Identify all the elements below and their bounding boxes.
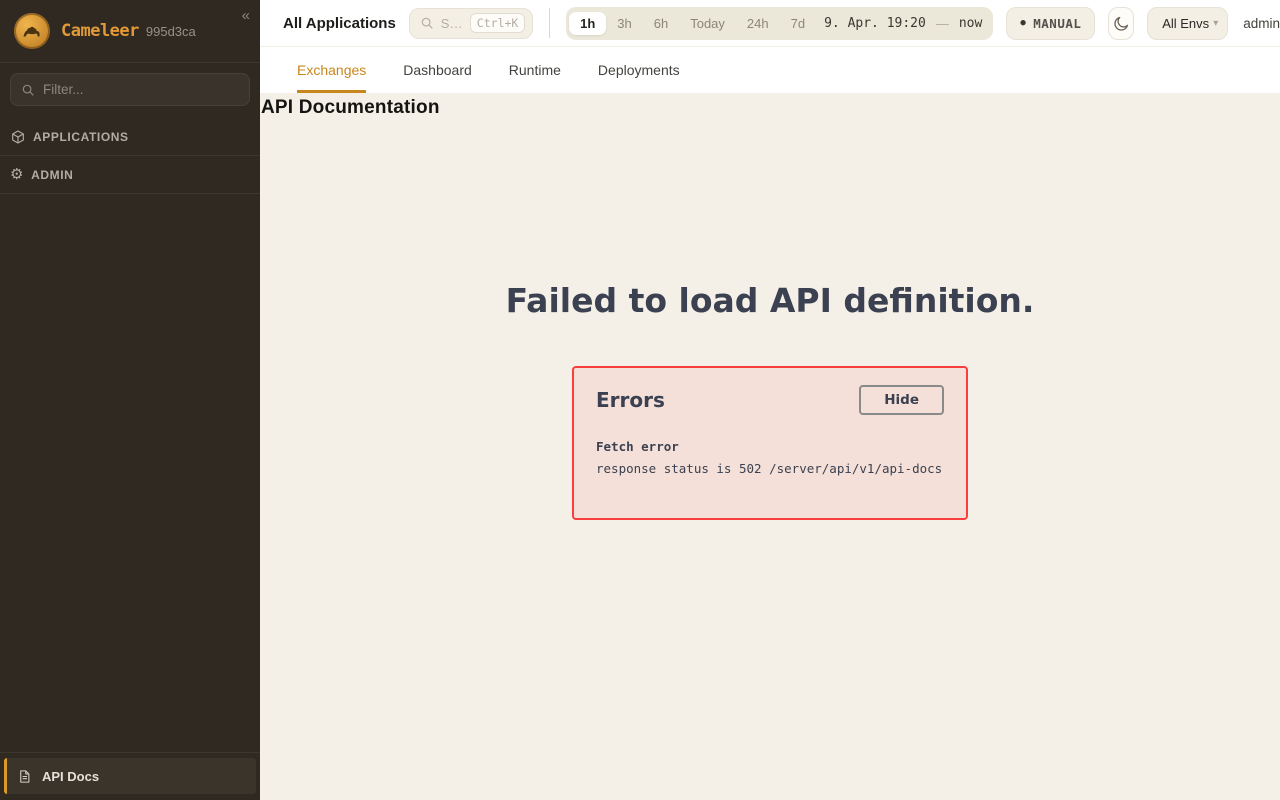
sidebar-header: Cameleer 995d3ca «: [0, 0, 260, 63]
sidebar-section-label: APPLICATIONS: [33, 130, 129, 144]
time-option-3h[interactable]: 3h: [606, 12, 642, 35]
tabbar: Exchanges Dashboard Runtime Deployments: [260, 47, 1280, 93]
page-title: API Documentation: [260, 93, 1280, 119]
user-name[interactable]: admin: [1243, 16, 1280, 31]
swagger-error-heading: Failed to load API definition.: [260, 281, 1280, 320]
app-logo-name: Cameleer: [61, 21, 139, 41]
gear-icon: ⚙: [10, 167, 24, 182]
errors-panel: Errors Hide Fetch error response status …: [572, 366, 968, 520]
tab-runtime[interactable]: Runtime: [509, 47, 561, 93]
search-icon: [420, 16, 434, 30]
chevron-down-icon: ▾: [1213, 18, 1218, 29]
time-range-from[interactable]: 9. Apr. 19:20: [816, 16, 934, 31]
time-range-selector: 1h 3h 6h Today 24h 7d 9. Apr. 19:20 — no…: [566, 7, 993, 40]
main-area: All Applications Ctrl+K 1h 3h 6h Today 2…: [260, 0, 1280, 800]
sidebar-spacer: [0, 194, 260, 752]
sidebar-footer: API Docs: [0, 752, 260, 800]
time-option-24h[interactable]: 24h: [736, 12, 780, 35]
topbar-divider: [549, 8, 550, 38]
dark-mode-toggle[interactable]: [1108, 7, 1134, 40]
time-range-to[interactable]: now: [951, 16, 990, 31]
topbar-title: All Applications: [283, 15, 396, 32]
sidebar-item-api-docs[interactable]: API Docs: [4, 758, 256, 794]
environment-select-value: All Envs: [1162, 16, 1209, 31]
sidebar-section-applications[interactable]: APPLICATIONS: [0, 118, 260, 156]
errors-panel-title: Errors: [596, 388, 665, 412]
time-option-1h[interactable]: 1h: [569, 12, 606, 35]
manual-refresh-button[interactable]: ● MANUAL: [1006, 7, 1095, 40]
sidebar-collapse-icon[interactable]: «: [242, 8, 250, 23]
camel-icon: [20, 19, 44, 43]
global-search-input[interactable]: [441, 16, 463, 31]
content-area: API Documentation Failed to load API def…: [260, 93, 1280, 800]
hide-errors-button[interactable]: Hide: [859, 385, 944, 415]
sidebar-section-admin[interactable]: ⚙ ADMIN: [0, 156, 260, 194]
sidebar-filter-field[interactable]: [10, 73, 250, 106]
sidebar-section-label: ADMIN: [31, 168, 73, 182]
sidebar-filter-input[interactable]: [43, 82, 239, 97]
sidebar: Cameleer 995d3ca « APPLICATIONS ⚙ ADMIN …: [0, 0, 260, 800]
moon-icon: [1113, 15, 1130, 32]
time-option-7d[interactable]: 7d: [780, 12, 816, 35]
cube-icon: [10, 129, 26, 145]
search-icon: [21, 83, 35, 97]
sidebar-item-label: API Docs: [42, 769, 99, 784]
topbar: All Applications Ctrl+K 1h 3h 6h Today 2…: [260, 0, 1280, 47]
search-shortcut-badge: Ctrl+K: [470, 13, 526, 33]
tab-deployments[interactable]: Deployments: [598, 47, 680, 93]
document-icon: [17, 769, 32, 784]
sidebar-filter-wrap: [0, 63, 260, 118]
error-name: Fetch error: [596, 439, 944, 454]
errors-panel-header: Errors Hide: [596, 385, 944, 415]
environment-select[interactable]: All Envs ▾: [1147, 7, 1228, 40]
manual-dot-icon: ●: [1020, 18, 1026, 28]
tab-exchanges[interactable]: Exchanges: [297, 47, 366, 93]
app-version: 995d3ca: [146, 24, 196, 39]
cameleer-logo-icon: [14, 13, 50, 49]
error-message: response status is 502 /server/api/v1/ap…: [596, 461, 944, 476]
time-option-today[interactable]: Today: [679, 12, 736, 35]
tab-dashboard[interactable]: Dashboard: [403, 47, 472, 93]
time-option-6h[interactable]: 6h: [643, 12, 679, 35]
global-search-field[interactable]: Ctrl+K: [409, 8, 534, 39]
time-range-separator: —: [934, 16, 951, 31]
manual-button-label: MANUAL: [1033, 16, 1081, 31]
